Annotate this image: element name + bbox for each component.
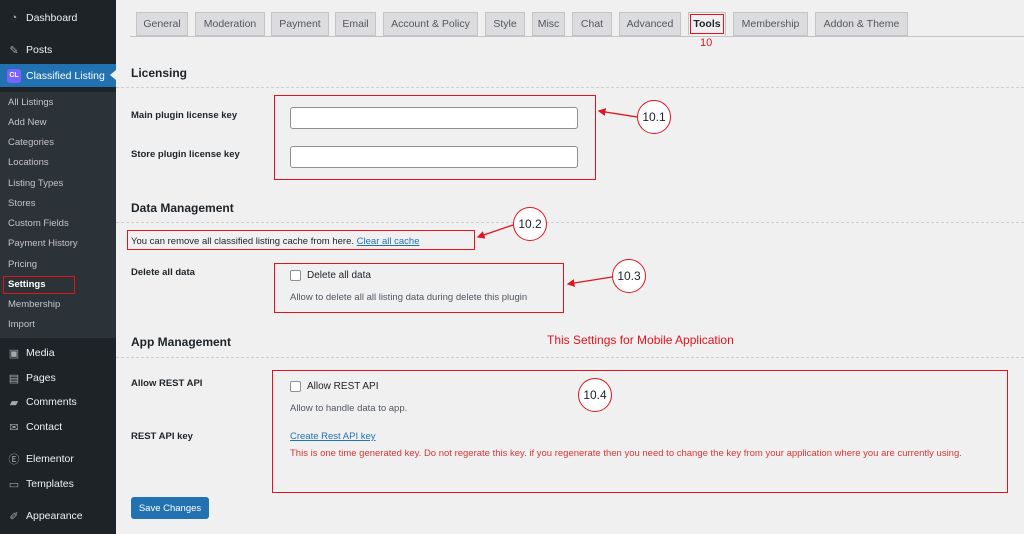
settings-main: General Moderation Payment Email Account…: [116, 0, 1024, 534]
tab-divider: [130, 36, 1024, 37]
settings-highlight-box: [3, 276, 75, 294]
tab-moderation[interactable]: Moderation: [195, 12, 265, 36]
submenu-item-categories[interactable]: Categories: [8, 136, 54, 150]
licensing-number-badge: 10.1: [637, 100, 671, 134]
sidebar-item-label: Media: [26, 347, 55, 359]
sidebar-item-label: Posts: [26, 44, 53, 56]
submenu-item-stores[interactable]: Stores: [8, 197, 35, 211]
delete-data-highlight-box: [274, 263, 564, 313]
submenu-item-import[interactable]: Import: [8, 318, 35, 332]
sidebar-item-label: Pages: [26, 372, 56, 384]
section-divider: [116, 87, 1024, 88]
tools-tab-number: 10: [700, 37, 713, 49]
tab-misc[interactable]: Misc: [532, 12, 565, 36]
sidebar-item-posts[interactable]: ✎ Posts: [0, 39, 116, 61]
data-management-heading: Data Management: [131, 201, 234, 215]
dashboard-icon: ◔: [10, 12, 18, 24]
main-license-label: Main plugin license key: [131, 110, 238, 121]
submenu-item-payment-history[interactable]: Payment History: [8, 237, 78, 251]
pages-icon: ▤: [8, 372, 20, 385]
classified-listing-logo-icon: CL: [7, 68, 21, 83]
pin-icon: ✎: [9, 44, 19, 57]
app-management-number-badge: 10.4: [578, 378, 612, 412]
brush-icon: ✐: [9, 510, 19, 523]
sidebar-item-label: Appearance: [26, 510, 83, 522]
delete-data-arrow: [566, 276, 613, 287]
licensing-arrow: [597, 108, 638, 118]
sidebar-item-label: Comments: [26, 396, 77, 408]
tab-advanced[interactable]: Advanced: [619, 12, 681, 36]
tab-account-policy[interactable]: Account & Policy: [383, 12, 478, 36]
media-icon: ▣: [8, 347, 20, 360]
rest-api-key-label: REST API key: [131, 431, 193, 442]
submenu-item-listing-types[interactable]: Listing Types: [8, 177, 63, 191]
tab-payment[interactable]: Payment: [271, 12, 329, 36]
sidebar-item-label: Classified Listing: [26, 69, 105, 82]
sidebar-item-classified-listing[interactable]: CL Classified Listing: [0, 64, 116, 87]
section-divider: [116, 222, 1024, 223]
mail-icon: ✉: [9, 421, 19, 434]
clear-cache-highlight-box: [127, 230, 475, 250]
sidebar-item-elementor[interactable]: Ⓔ Elementor: [0, 448, 116, 470]
tab-style[interactable]: Style: [485, 12, 525, 36]
tools-tab-highlight-box: [690, 14, 724, 34]
delete-all-data-label: Delete all data: [131, 267, 195, 278]
data-management-number-badge: 10.2: [513, 207, 547, 241]
tab-membership[interactable]: Membership: [733, 12, 808, 36]
sidebar-item-media[interactable]: ▣ Media: [0, 342, 116, 364]
submenu-item-locations[interactable]: Locations: [8, 156, 49, 170]
submenu-item-add-new[interactable]: Add New: [8, 116, 47, 130]
classified-listing-submenu: All Listings Add New Categories Location…: [0, 92, 116, 338]
tab-addon-theme[interactable]: Addon & Theme: [815, 12, 908, 36]
folder-icon: ▭: [8, 478, 20, 491]
submenu-item-custom-fields[interactable]: Custom Fields: [8, 217, 69, 231]
licensing-heading: Licensing: [131, 66, 188, 80]
licensing-highlight-box: [274, 95, 596, 180]
tab-email[interactable]: Email: [335, 12, 376, 36]
comment-icon: ▰: [9, 396, 19, 409]
sidebar-item-templates[interactable]: ▭ Templates: [0, 473, 116, 495]
tab-general[interactable]: General: [136, 12, 188, 36]
sidebar-item-label: Elementor: [26, 453, 74, 465]
sidebar-item-contact[interactable]: ✉ Contact: [0, 416, 116, 438]
mobile-application-note: This Settings for Mobile Application: [547, 333, 734, 347]
sidebar-item-appearance[interactable]: ✐ Appearance: [0, 505, 116, 527]
clear-cache-arrow: [476, 224, 514, 239]
submenu-item-pricing[interactable]: Pricing: [8, 258, 37, 272]
app-management-highlight-box: [272, 370, 1008, 493]
sidebar-item-pages[interactable]: ▤ Pages: [0, 367, 116, 389]
allow-rest-api-label: Allow REST API: [131, 378, 203, 389]
submenu-item-membership[interactable]: Membership: [8, 298, 60, 312]
sidebar-item-dashboard[interactable]: ◔ Dashboard: [0, 7, 116, 29]
delete-data-number-badge: 10.3: [612, 259, 646, 293]
elementor-icon: Ⓔ: [8, 454, 20, 466]
sidebar-item-comments[interactable]: ▰ Comments: [0, 391, 116, 413]
save-changes-button[interactable]: Save Changes: [131, 497, 209, 519]
tab-chat[interactable]: Chat: [572, 12, 612, 36]
sidebar-item-label: Dashboard: [26, 12, 78, 24]
app-management-heading: App Management: [131, 335, 232, 349]
store-license-label: Store plugin license key: [131, 149, 240, 160]
sidebar-item-label: Templates: [26, 478, 74, 490]
admin-sidebar: ◔ Dashboard ✎ Posts CL Classified Listin…: [0, 0, 116, 534]
sidebar-item-label: Contact: [26, 421, 63, 433]
submenu-item-all-listings[interactable]: All Listings: [8, 96, 53, 110]
section-divider: [116, 357, 1024, 358]
